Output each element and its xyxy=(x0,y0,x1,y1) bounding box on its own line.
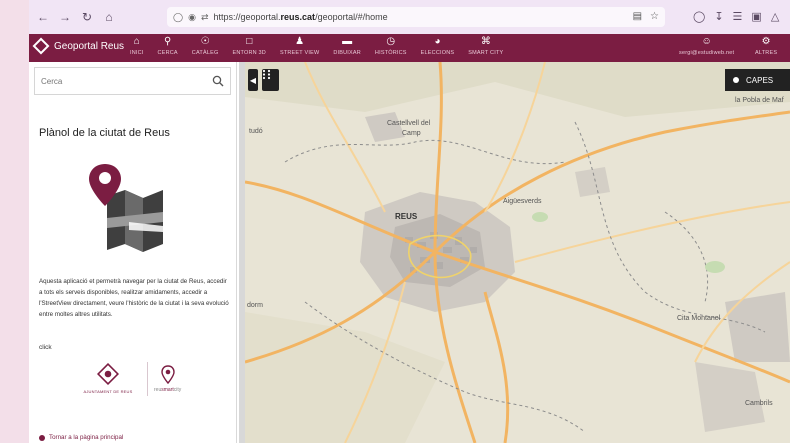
reload-icon[interactable]: ↻ xyxy=(79,9,95,25)
extensions-icon[interactable]: △ xyxy=(771,10,779,23)
ajuntament-logo[interactable]: AJUNTAMENT DE REUS xyxy=(75,363,141,394)
downloads-icon[interactable]: ↧ xyxy=(714,10,723,23)
app-header: Geoportal Reus ⌂ INICI ⚲ CERCA ☉ CATÀLEG… xyxy=(29,34,790,62)
shield-icon: ◯ xyxy=(173,11,184,22)
description-text: Aquesta aplicació et permetrà navegar pe… xyxy=(39,278,229,318)
lock-icon: ◉ xyxy=(188,11,196,22)
search-input[interactable] xyxy=(35,75,203,87)
map-label-cambrils: Cambrils xyxy=(745,400,773,407)
user-email: sergi@estudiweb.net xyxy=(679,50,735,56)
collapse-panel-button[interactable]: ◀ xyxy=(248,69,258,91)
map-label-pobla: la Pobla de Maf xyxy=(735,97,784,104)
app-logo[interactable]: Geoportal Reus xyxy=(32,37,125,55)
map-label-tudo: tudó xyxy=(249,128,263,135)
cube-icon: □ xyxy=(246,36,253,47)
grid-menu-button[interactable] xyxy=(262,69,279,91)
map-label-reus: REUS xyxy=(395,212,418,221)
url-text: https://geoportal.reus.cat/geoportal/#/h… xyxy=(213,12,388,22)
home-browser-icon[interactable]: ⌂ xyxy=(101,9,117,25)
wifi-icon: ⌘ xyxy=(480,36,491,47)
back-icon[interactable]: ← xyxy=(35,9,51,25)
gear-icon: ⚙ xyxy=(761,36,771,47)
user-menu[interactable]: ☺ sergi@estudiweb.net xyxy=(679,36,734,56)
sidebar: Plànol de la ciutat de Reus Aquesta apli… xyxy=(29,62,237,443)
logo-divider xyxy=(147,361,148,396)
user-icon: ☺ xyxy=(701,36,712,47)
page-title: Plànol de la ciutat de Reus xyxy=(39,127,170,139)
nav-smart-city[interactable]: ⌘ SMART CITY xyxy=(468,36,503,56)
pocket-icon[interactable]: ◯ xyxy=(693,10,705,23)
nav-dibuixar[interactable]: ▬ DIBUIXAR xyxy=(333,36,361,56)
map-label-aiguesverds: Aigüesverds xyxy=(503,198,542,205)
nav-entorn-3d[interactable]: □ ENTORN 3D xyxy=(232,36,265,56)
reader-view-icon[interactable]: ▤ xyxy=(633,11,642,22)
map-canvas xyxy=(245,62,790,443)
layers-icon xyxy=(733,77,739,83)
search-icon[interactable] xyxy=(212,75,224,87)
bookmark-star-icon[interactable]: ☆ xyxy=(650,11,659,22)
address-bar[interactable]: ◯ ◉ ⇄ https://geoportal.reus.cat/geoport… xyxy=(167,7,665,27)
map-label-castellvell: Castellvell del xyxy=(387,120,431,127)
nav-inici[interactable]: ⌂ INICI xyxy=(130,36,144,56)
draw-icon: ▬ xyxy=(342,36,353,47)
person-icon: ♟ xyxy=(295,36,305,47)
permissions-icon[interactable]: ⇄ xyxy=(201,12,209,23)
reader-icon[interactable]: ▣ xyxy=(751,10,761,23)
return-home-link[interactable]: Tornar a la pàgina principal xyxy=(39,434,123,441)
arrow-circle-icon xyxy=(39,434,45,441)
nav-eleccions[interactable]: ◕ ELECCIONS xyxy=(421,36,455,56)
logo-icon xyxy=(32,37,50,55)
partner-logos: AJUNTAMENT DE REUS reusmartcity xyxy=(75,356,205,401)
map-pin-illustration-icon xyxy=(89,164,163,252)
forward-icon[interactable]: → xyxy=(57,9,73,25)
search-box xyxy=(34,67,231,95)
map-label-camp: Camp xyxy=(402,130,421,137)
compass-icon: ☉ xyxy=(200,36,210,47)
app-name: Geoportal Reus xyxy=(54,40,125,52)
nav-cataleg[interactable]: ☉ CATÀLEG xyxy=(192,36,219,56)
map-label-dorm: dorm xyxy=(247,302,263,309)
grid-dots-icon xyxy=(262,69,271,80)
layers-button[interactable]: CAPES xyxy=(725,69,790,91)
browser-window: ← → ↻ ⌂ ◯ ◉ ⇄ https://geoportal.reus.cat… xyxy=(29,0,790,443)
main-nav: ⌂ INICI ⚲ CERCA ☉ CATÀLEG □ ENTORN 3D ♟ … xyxy=(130,36,517,56)
nav-historics[interactable]: ◷ HISTÒRICS xyxy=(375,36,407,56)
clock-icon: ◷ xyxy=(386,36,396,47)
home-icon: ⌂ xyxy=(133,36,140,47)
reusmartcity-logo[interactable]: reusmartcity xyxy=(154,364,181,393)
location-pin-icon xyxy=(160,364,175,384)
pie-icon: ◕ xyxy=(434,36,441,47)
nav-cerca[interactable]: ⚲ CERCA xyxy=(158,36,178,56)
altres-menu[interactable]: ⚙ ALTRES xyxy=(755,36,777,56)
browser-toolbar: ← → ↻ ⌂ ◯ ◉ ⇄ https://geoportal.reus.cat… xyxy=(29,0,790,34)
ajuntament-icon xyxy=(97,363,119,385)
map-view[interactable]: ◀ CAPES la Pobla de Maf Castellvell del … xyxy=(245,62,790,443)
library-icon[interactable]: ☰ xyxy=(733,10,743,23)
altres-label: ALTRES xyxy=(755,50,778,56)
browser-actions: ◯ ↧ ☰ ▣ △ xyxy=(693,10,779,23)
nav-street-view[interactable]: ♟ STREET VIEW xyxy=(280,36,319,56)
search-icon: ⚲ xyxy=(164,36,172,47)
click-text: click xyxy=(39,344,52,351)
map-label-cita: Cita Montanel xyxy=(677,315,721,322)
